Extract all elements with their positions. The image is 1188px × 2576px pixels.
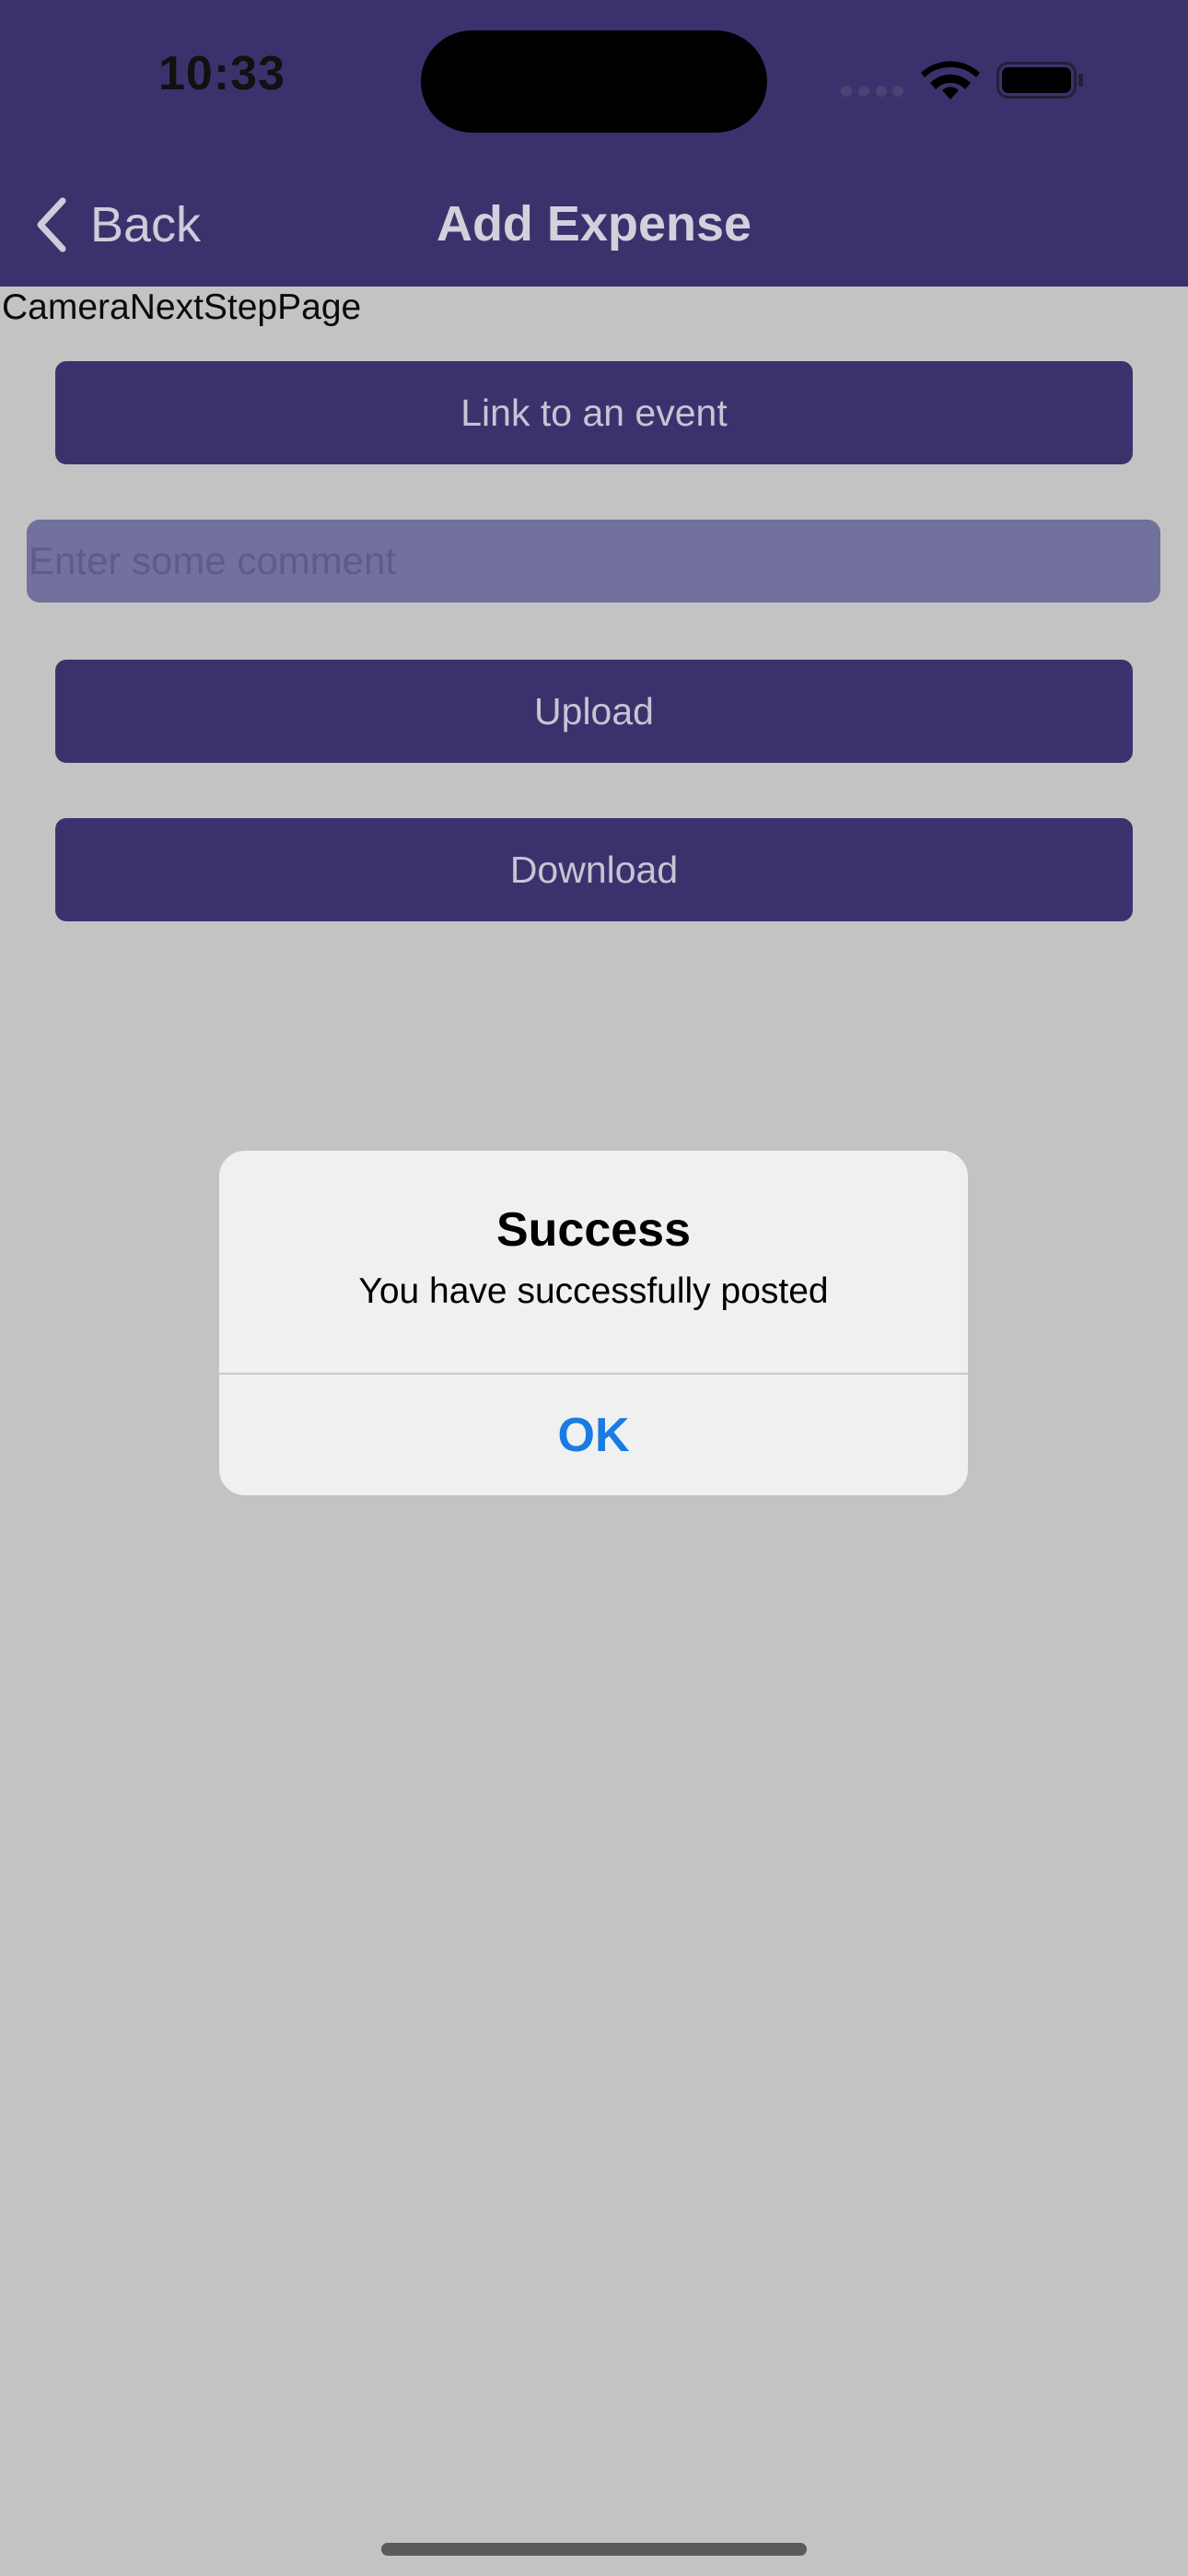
download-button[interactable]: Download [55, 818, 1133, 921]
comment-input[interactable] [27, 520, 1160, 603]
navigation-header: 10:33 Back Add Expense [0, 0, 1188, 287]
upload-label: Upload [534, 689, 654, 732]
page-title: Add Expense [436, 196, 752, 252]
home-indicator[interactable] [381, 2543, 807, 2556]
alert-ok-button[interactable]: OK [219, 1375, 968, 1495]
alert-message: You have successfully posted [358, 1271, 829, 1311]
link-to-event-label: Link to an event [460, 391, 728, 434]
alert-title: Success [495, 1203, 692, 1257]
alert-ok-label: OK [557, 1408, 630, 1462]
wifi-icon [921, 61, 980, 100]
status-time: 10:33 [158, 47, 285, 100]
download-label: Download [509, 848, 679, 891]
link-to-event-button[interactable]: Link to an event [55, 361, 1133, 464]
battery-icon [996, 62, 1083, 99]
dynamic-island [421, 30, 767, 133]
upload-button[interactable]: Upload [55, 660, 1133, 763]
page-name-label: CameraNextStepPage [2, 287, 362, 327]
success-alert-dialog: Success You have successfully posted OK [219, 1151, 968, 1495]
cellular-signal-icon [841, 86, 903, 97]
